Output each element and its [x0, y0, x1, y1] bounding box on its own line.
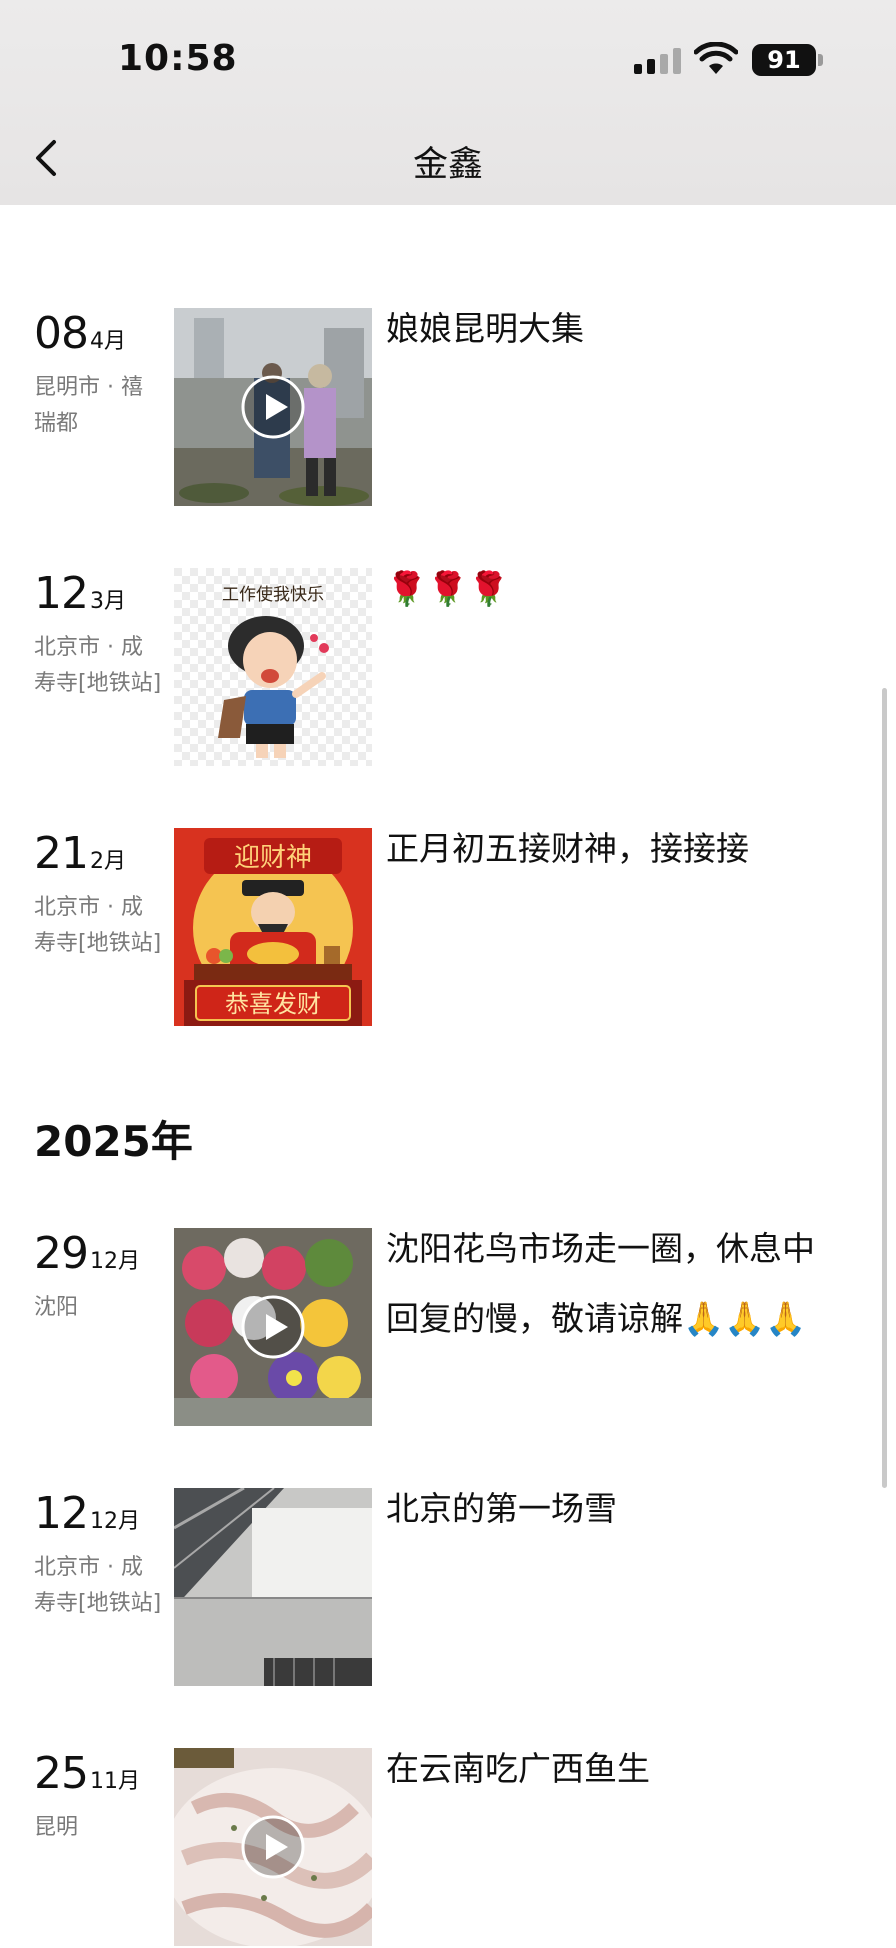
- post-text: 北京的第一场雪: [386, 1489, 617, 1528]
- thumb-caption: 工作使我快乐: [222, 584, 324, 605]
- top-bar: 10:58 91 金鑫: [0, 0, 896, 205]
- timeline-entry[interactable]: 084月 昆明市 · 禧瑞都 娘娘昆明大集: [0, 308, 896, 508]
- entry-month: 12月: [90, 1509, 140, 1534]
- post-text: 沈阳花鸟市场走一圈，休息中回复的慢，敬请谅解🙏🙏🙏: [386, 1229, 815, 1338]
- entry-location: 北京市 · 成寿寺[地铁站]: [34, 895, 162, 956]
- entry-day: 12: [34, 568, 89, 619]
- entry-date: 1212月: [34, 1488, 140, 1539]
- battery-tip: [818, 54, 823, 66]
- entry-day: 21: [34, 828, 89, 879]
- play-icon: [241, 375, 305, 439]
- thumb-banner-bottom: 恭喜发财: [225, 990, 321, 1018]
- post-text: 🌹🌹🌹: [386, 569, 510, 608]
- timeline-entry[interactable]: 212月 北京市 · 成寿寺[地铁站] 迎财神 恭喜发财 正月初五接财神，接接接: [0, 828, 896, 1028]
- entry-location: 北京市 · 成寿寺[地铁站]: [34, 635, 162, 696]
- play-icon: [241, 1815, 305, 1879]
- entry-month: 4月: [90, 329, 126, 354]
- page-title: 金鑫: [412, 145, 483, 185]
- image-thumbnail[interactable]: 迎财神 恭喜发财: [174, 828, 372, 1026]
- battery-level: 91: [752, 44, 816, 76]
- video-thumbnail[interactable]: [174, 1228, 372, 1426]
- post-text: 在云南吃广西鱼生: [386, 1749, 650, 1788]
- year-header: 2025年: [34, 1117, 193, 1166]
- thumb-banner-top: 迎财神: [234, 843, 312, 873]
- status-time: 10:58: [118, 38, 238, 79]
- entry-day: 08: [34, 308, 89, 359]
- timeline-entry[interactable]: 1212月 北京市 · 成寿寺[地铁站] 北京的第一场雪: [0, 1488, 896, 1688]
- scrollbar[interactable]: [882, 688, 887, 1488]
- timeline-entry[interactable]: 123月 北京市 · 成寿寺[地铁站] 工作使我快乐 🌹🌹🌹: [0, 568, 896, 768]
- entry-location: 昆明: [34, 1815, 79, 1840]
- entry-date: 2912月: [34, 1228, 140, 1279]
- entry-month: 3月: [90, 589, 126, 614]
- video-thumbnail[interactable]: [174, 308, 372, 506]
- entry-day: 29: [34, 1228, 89, 1279]
- entry-day: 25: [34, 1748, 89, 1799]
- entry-location: 沈阳: [34, 1295, 79, 1320]
- cellular-signal-icon: [634, 48, 682, 74]
- entry-month: 12月: [90, 1249, 140, 1274]
- moments-timeline: 084月 昆明市 · 禧瑞都 娘娘昆明大集 123月 北京市 · 成寿寺[地铁站…: [0, 205, 896, 1946]
- post-text: 正月初五接财神，接接接: [386, 829, 749, 868]
- entry-day: 12: [34, 1488, 89, 1539]
- entry-date: 2511月: [34, 1748, 140, 1799]
- entry-date: 123月: [34, 568, 126, 619]
- entry-month: 11月: [90, 1769, 140, 1794]
- entry-location: 北京市 · 成寿寺[地铁站]: [34, 1555, 162, 1616]
- entry-date: 084月: [34, 308, 126, 359]
- timeline-entry[interactable]: 2511月 昆明 在云南吃广西鱼生: [0, 1748, 896, 1948]
- entry-month: 2月: [90, 849, 126, 874]
- image-thumbnail[interactable]: 工作使我快乐: [174, 568, 372, 766]
- play-icon: [241, 1295, 305, 1359]
- entry-date: 212月: [34, 828, 126, 879]
- video-thumbnail[interactable]: [174, 1748, 372, 1946]
- post-text: 娘娘昆明大集: [386, 309, 584, 348]
- wifi-icon: [694, 42, 738, 74]
- image-thumbnail[interactable]: [174, 1488, 372, 1686]
- entry-location: 昆明市 · 禧瑞都: [34, 375, 143, 436]
- timeline-entry[interactable]: 2912月 沈阳 沈阳花鸟市场走一圈，休息中回复的慢，敬请谅解🙏🙏🙏: [0, 1228, 896, 1428]
